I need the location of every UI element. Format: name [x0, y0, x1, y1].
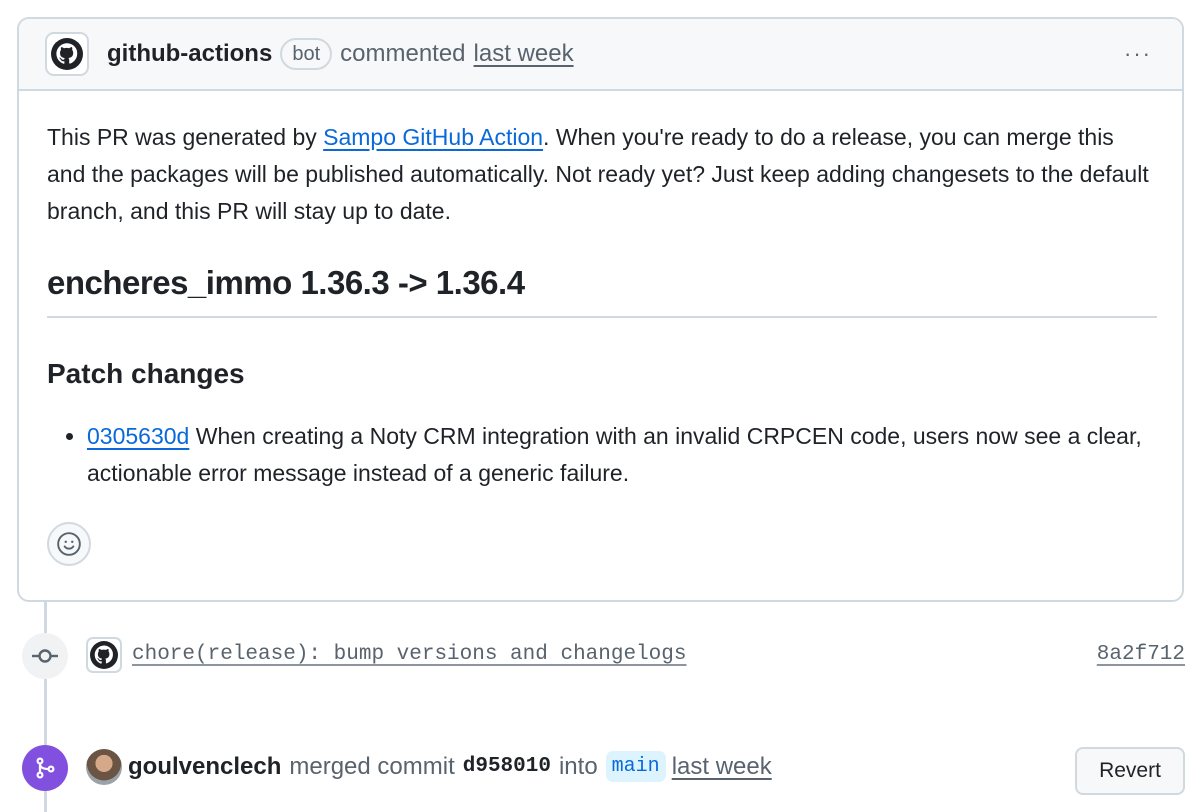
changes-list: 0305630d When creating a Noty CRM integr… [47, 418, 1154, 492]
commit-badge [22, 633, 68, 679]
comment-body: This PR was generated by Sampo GitHub Ac… [19, 91, 1182, 566]
branch-label[interactable]: main [605, 751, 666, 782]
comment-header: github-actions bot commented last week ·… [19, 19, 1182, 91]
merge-event-text: goulvenclech merged commit d958010 into … [128, 751, 772, 782]
smiley-icon [57, 532, 81, 556]
comment-author[interactable]: github-actions [107, 40, 272, 68]
comment-action: commented [340, 40, 466, 67]
comment-timestamp[interactable]: last week [474, 40, 574, 68]
merge-into-text: into [558, 752, 598, 780]
comment-card: github-actions bot commented last week ·… [17, 17, 1184, 602]
intro-paragraph: This PR was generated by Sampo GitHub Ac… [47, 119, 1154, 230]
commit-sha-link[interactable]: 8a2f712 [1097, 643, 1185, 666]
list-item: 0305630d When creating a Noty CRM integr… [87, 418, 1154, 492]
commit-message-link[interactable]: chore(release): bump versions and change… [132, 643, 687, 666]
timeline-merge-item: goulvenclech merged commit d958010 into … [22, 745, 1185, 795]
merge-action: merged commit [289, 752, 455, 780]
change-text: When creating a Noty CRM integration wit… [87, 423, 1142, 486]
github-actions-avatar[interactable] [45, 32, 89, 76]
change-sha-link[interactable]: 0305630d [87, 423, 189, 449]
sampo-action-link[interactable]: Sampo GitHub Action [323, 124, 543, 150]
commit-author-avatar[interactable] [86, 637, 122, 673]
kebab-horizontal-icon[interactable]: ··· [1124, 41, 1152, 67]
intro-text-start: This PR was generated by [47, 124, 324, 150]
release-heading: encheres_immo 1.36.3 -> 1.36.4 [47, 264, 1157, 318]
git-commit-icon [32, 649, 58, 663]
timeline-commit-item: chore(release): bump versions and change… [22, 633, 1185, 681]
git-merge-icon [36, 757, 55, 779]
avatar[interactable] [86, 749, 122, 785]
revert-button[interactable]: Revert [1075, 747, 1185, 795]
merge-commit-sha[interactable]: d958010 [463, 755, 551, 778]
merge-badge [22, 745, 68, 791]
patch-changes-heading: Patch changes [47, 358, 245, 389]
merge-timestamp[interactable]: last week [672, 753, 772, 781]
bot-badge: bot [280, 38, 333, 70]
merge-author[interactable]: goulvenclech [128, 753, 281, 781]
github-logo-icon [90, 641, 118, 669]
github-logo-icon [51, 38, 83, 70]
add-reaction-button[interactable] [47, 522, 91, 566]
